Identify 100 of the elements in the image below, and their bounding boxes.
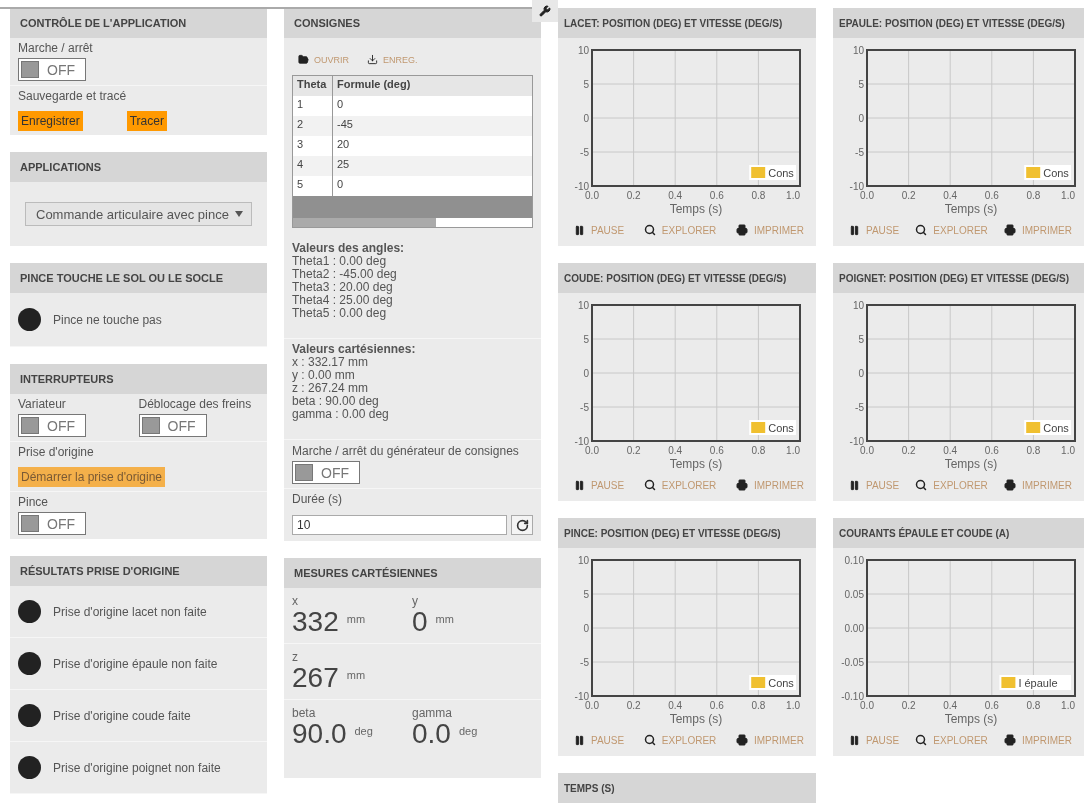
status-text: Prise d'origine lacet non faite xyxy=(53,604,207,619)
refresh-button[interactable] xyxy=(511,515,533,535)
table-cell[interactable]: 20 xyxy=(333,136,532,156)
readout-line: z : 267.24 mm xyxy=(292,382,370,395)
axis-tick-label: -10 xyxy=(849,181,864,192)
status-text: Prise d'origine poignet non faite xyxy=(53,760,221,775)
readout-line: Theta1 : 0.00 deg xyxy=(292,255,387,268)
pause-link[interactable]: PAUSE xyxy=(574,479,625,491)
explore-link[interactable]: EXPLORER xyxy=(915,734,988,746)
axis-tick-label: 10 xyxy=(577,300,589,311)
axis-tick-label: 0.8 xyxy=(1026,190,1041,201)
axis-tick-label: 0.2 xyxy=(901,445,916,456)
print-link[interactable]: IMPRIMER xyxy=(1004,224,1072,236)
explore-link[interactable]: EXPLORER xyxy=(643,479,717,491)
panel-title: APPLICATIONS xyxy=(10,152,267,182)
panel-title: COUDE: POSITION (DEG) ET VITESSE (DEG/S) xyxy=(558,263,816,293)
axis-tick-label: 0.2 xyxy=(626,445,641,456)
panel-title: TEMPS (S) xyxy=(558,773,816,803)
axis-tick-label: 0 xyxy=(858,113,864,124)
print-link[interactable]: IMPRIMER xyxy=(736,224,804,236)
axis-tick-label: 0.0 xyxy=(585,445,599,456)
explore-link[interactable]: EXPLORER xyxy=(915,224,988,236)
table-cell[interactable]: -45 xyxy=(333,116,532,136)
explore-link[interactable]: EXPLORER xyxy=(915,479,988,491)
axis-tick-label: 0.4 xyxy=(943,445,958,456)
readout-line: x : 332.17 mm xyxy=(292,356,370,369)
toggle-switch[interactable]: OFF xyxy=(18,414,86,437)
settings-button[interactable] xyxy=(532,0,558,22)
field-label: Variateur xyxy=(18,397,67,411)
axis-title: Temps (s) xyxy=(944,202,998,216)
panel-title: INTERRUPTEURS xyxy=(10,364,267,394)
toggle-switch[interactable]: OFF xyxy=(18,512,86,535)
readout-line: Theta5 : 0.00 deg xyxy=(292,307,387,320)
save-link[interactable]: ENREG. xyxy=(367,54,418,65)
pause-icon xyxy=(574,479,585,491)
axis-tick-label: 0.0 xyxy=(585,700,599,711)
table-cell[interactable]: 0 xyxy=(333,96,532,116)
axis-tick-label: 1.0 xyxy=(786,445,800,456)
field-label: Marche / arrêt xyxy=(18,41,94,55)
measure-value: 90.0 xyxy=(292,720,347,748)
axis-tick-label: 5 xyxy=(858,79,864,90)
print-link[interactable]: IMPRIMER xyxy=(1004,734,1072,746)
axis-tick-label: 0.8 xyxy=(1026,445,1041,456)
axis-tick-label: 0.6 xyxy=(709,190,724,201)
status-text: Prise d'origine épaule non faite xyxy=(53,656,218,671)
pause-link[interactable]: PAUSE xyxy=(849,224,900,236)
pause-icon xyxy=(849,224,860,236)
toggle-switch[interactable]: OFF xyxy=(18,58,86,81)
print-link[interactable]: IMPRIMER xyxy=(1004,479,1072,491)
readout-line: y : 0.00 mm xyxy=(292,369,356,382)
measure-value: 0.0 xyxy=(412,720,451,748)
pause-link[interactable]: PAUSE xyxy=(849,734,900,746)
legend-label: Cons xyxy=(768,167,794,179)
readout-heading: Valeurs cartésiennes: xyxy=(292,343,417,356)
measure-value: 267 xyxy=(292,664,339,692)
axis-tick-label: -10 xyxy=(574,436,589,447)
measure-name: y xyxy=(412,594,419,608)
column-header: Formule (deg) xyxy=(336,77,412,92)
axis-tick-label: 10 xyxy=(852,45,864,56)
axis-title: Temps (s) xyxy=(944,712,998,726)
axis-tick-label: 0.6 xyxy=(709,445,724,456)
legend-label: Cons xyxy=(1043,167,1069,179)
pause-link[interactable]: PAUSE xyxy=(849,479,900,491)
field-label: Pince xyxy=(18,495,50,509)
pause-icon xyxy=(849,734,860,746)
axis-tick-label: 1.0 xyxy=(786,190,800,201)
readout-heading: Valeurs des angles: xyxy=(292,242,406,255)
explore-link[interactable]: EXPLORER xyxy=(643,734,717,746)
explore-link[interactable]: EXPLORER xyxy=(643,224,717,236)
search-icon xyxy=(915,479,928,491)
table-cell[interactable]: 0 xyxy=(333,176,532,196)
search-icon xyxy=(643,479,656,491)
axis-tick-label: 0.4 xyxy=(943,700,958,711)
measure-unit: mm xyxy=(346,669,366,681)
axis-tick-label: 5 xyxy=(583,79,589,90)
application-select[interactable]: Commande articulaire avec pince xyxy=(25,202,252,226)
action-button[interactable]: Tracer xyxy=(126,111,167,131)
folder-icon xyxy=(298,54,309,65)
measure-name: x xyxy=(292,594,299,608)
measure-unit: mm xyxy=(435,613,454,625)
pause-link[interactable]: PAUSE xyxy=(574,734,625,746)
axis-tick-label: 5 xyxy=(583,334,589,345)
duration-field[interactable]: 10 xyxy=(292,515,507,535)
toggle-switch[interactable]: OFF xyxy=(138,414,207,437)
action-button[interactable]: Enregistrer xyxy=(18,111,83,131)
axis-tick-label: 5 xyxy=(858,334,864,345)
print-link[interactable]: IMPRIMER xyxy=(736,479,804,491)
print-link[interactable]: IMPRIMER xyxy=(736,734,804,746)
legend-label: Cons xyxy=(1043,422,1069,434)
axis-tick-label: 0.4 xyxy=(943,190,958,201)
panel-title: POIGNET: POSITION (DEG) ET VITESSE (DEG/S) xyxy=(833,263,1084,293)
open-link[interactable]: OUVRIR xyxy=(298,54,349,65)
panel-title: MESURES CARTÉSIENNES xyxy=(284,558,541,588)
table-cell[interactable]: 25 xyxy=(333,156,532,176)
axis-tick-label: 0.2 xyxy=(626,700,641,711)
toggle-switch[interactable]: OFF xyxy=(292,461,360,484)
pause-link[interactable]: PAUSE xyxy=(574,224,625,236)
axis-tick-label: 0.4 xyxy=(668,445,683,456)
axis-tick-label: 1.0 xyxy=(1061,445,1075,456)
axis-tick-label: 0 xyxy=(583,368,589,379)
